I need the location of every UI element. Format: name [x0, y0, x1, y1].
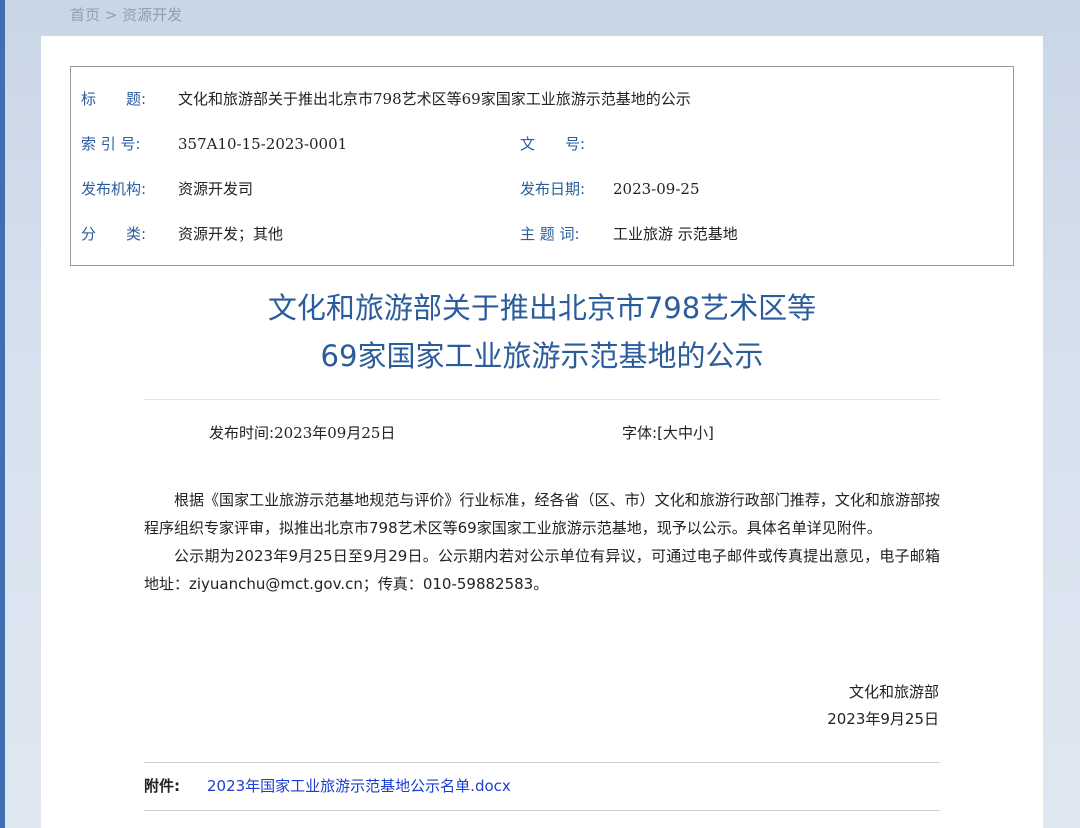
attachment-bottom-divider	[144, 810, 940, 811]
article-paragraph-1: 根据《国家工业旅游示范基地规范与评价》行业标准，经各省（区、市）文化和旅游行政部…	[144, 491, 940, 537]
article-title-line-1: 文化和旅游部关于推出北京市798艺术区等	[267, 291, 817, 325]
meta-index-label: 索 引 号:	[81, 135, 141, 153]
attachment-docx-link[interactable]: 2023年国家工业旅游示范基地公示名单.docx	[207, 774, 511, 798]
meta-keyword-value: 工业旅游 示范基地	[613, 225, 738, 243]
document-meta-box: 标 题: 文化和旅游部关于推出北京市798艺术区等69家国家工业旅游示范基地的公…	[70, 66, 1014, 266]
attachment-label: 附件:	[144, 777, 180, 795]
breadcrumb: 首页 > 资源开发	[70, 4, 182, 26]
meta-row-title: 标 题: 文化和旅游部关于推出北京市798艺术区等69家国家工业旅游示范基地的公…	[71, 87, 1013, 111]
title-divider	[144, 399, 940, 400]
meta-org-value: 资源开发司	[178, 180, 254, 198]
meta-keyword-label: 主 题 词:	[520, 225, 580, 243]
meta-title-value: 文化和旅游部关于推出北京市798艺术区等69家国家工业旅游示范基地的公示	[178, 90, 691, 108]
content-panel: 标 题: 文化和旅游部关于推出北京市798艺术区等69家国家工业旅游示范基地的公…	[41, 36, 1043, 828]
font-bracket-close: ]	[707, 424, 714, 442]
meta-row-index: 索 引 号: 357A10-15-2023-0001 文 号:	[71, 132, 1013, 156]
article-paragraph-2: 公示期为2023年9月25日至9月29日。公示期内若对公示单位有异议，可通过电子…	[144, 547, 940, 593]
meta-org-label: 发布机构:	[81, 180, 147, 198]
publish-time: 发布时间:2023年09月25日	[209, 421, 395, 445]
breadcrumb-current-link[interactable]: 资源开发	[122, 6, 182, 24]
article-body: 根据《国家工业旅游示范基地规范与评价》行业标准，经各省（区、市）文化和旅游行政部…	[144, 486, 940, 598]
meta-category-value: 资源开发；其他	[178, 225, 284, 243]
font-size-label: 字体:	[622, 424, 658, 442]
font-medium-button[interactable]: 中	[678, 424, 693, 442]
meta-date-value: 2023-09-25	[613, 180, 700, 198]
article-title-line-2: 69家国家工业旅游示范基地的公示	[320, 339, 764, 373]
attachment-row: 附件: 2023年国家工业旅游示范基地公示名单.docx	[144, 774, 511, 798]
meta-docno-label: 文 号:	[520, 135, 586, 153]
attachment-top-divider	[144, 762, 940, 763]
meta-row-category: 分 类: 资源开发；其他 主 题 词: 工业旅游 示范基地	[71, 222, 1013, 246]
left-accent-strip	[0, 0, 5, 828]
breadcrumb-separator: >	[100, 6, 123, 24]
signer: 文化和旅游部	[848, 683, 939, 701]
meta-index-value: 357A10-15-2023-0001	[178, 135, 348, 153]
font-size-switcher: 字体:[大中小]	[622, 421, 714, 445]
meta-date-label: 发布日期:	[520, 180, 586, 198]
meta-title-label: 标 题:	[81, 90, 147, 108]
meta-category-label: 分 类:	[81, 225, 147, 243]
meta-row-org: 发布机构: 资源开发司 发布日期: 2023-09-25	[71, 177, 1013, 201]
sign-date: 2023年9月25日	[827, 710, 939, 728]
font-large-button[interactable]: 大	[663, 424, 678, 442]
publish-time-label: 发布时间:	[209, 424, 275, 442]
font-small-button[interactable]: 小	[693, 424, 708, 442]
breadcrumb-home-link[interactable]: 首页	[70, 6, 100, 24]
publish-time-value: 2023年09月25日	[274, 424, 396, 442]
